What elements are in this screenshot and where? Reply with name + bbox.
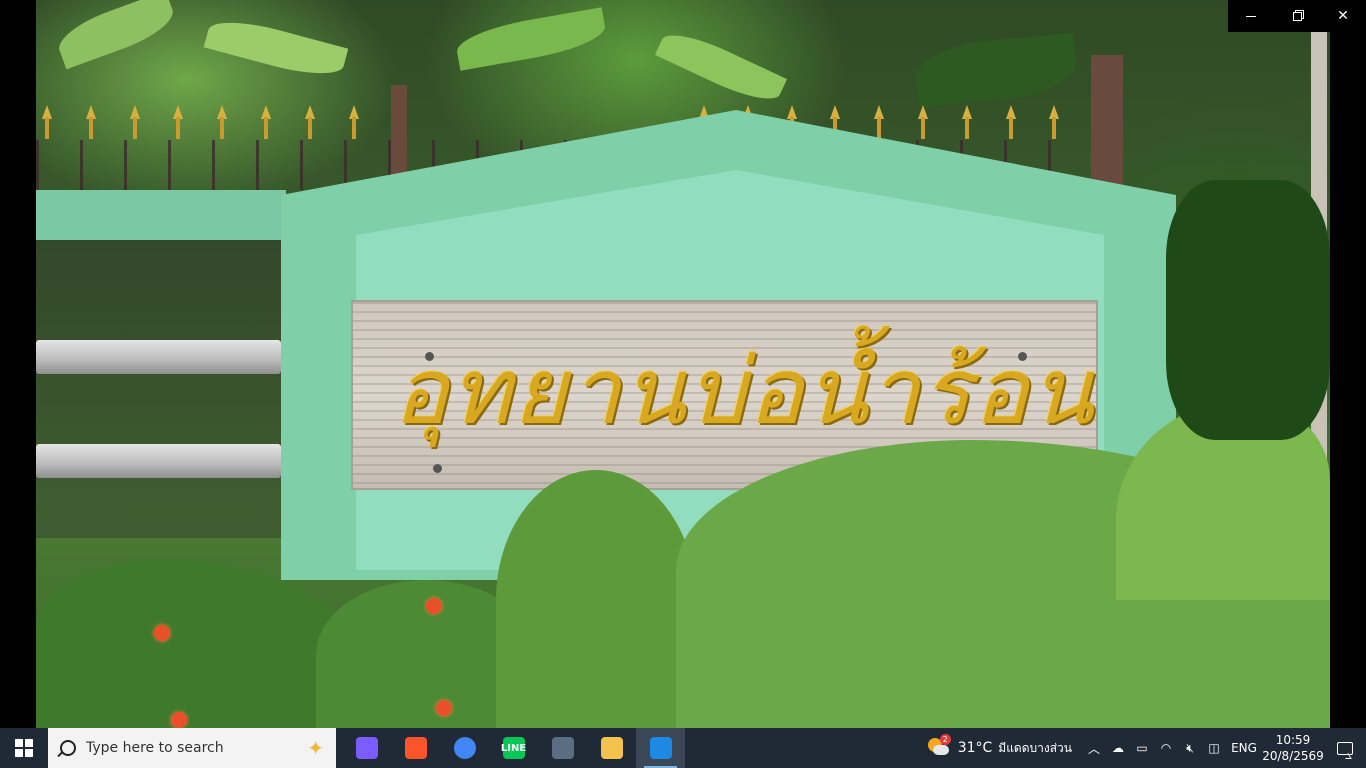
- taskbar-app-brave[interactable]: [391, 728, 440, 768]
- notification-button[interactable]: [1324, 728, 1366, 768]
- sparkle-icon: ✦: [307, 736, 324, 760]
- close-button[interactable]: ✕: [1320, 0, 1366, 32]
- calculator-icon: [551, 737, 574, 759]
- window-caption-buttons: ✕: [1228, 0, 1366, 32]
- time: 10:59: [1275, 733, 1311, 747]
- palm-leaf: [654, 24, 788, 110]
- clock[interactable]: 10:59 20/8/2569: [1262, 732, 1324, 764]
- flower: [154, 625, 170, 641]
- spike: [347, 105, 361, 139]
- temperature: 31°C: [957, 740, 993, 756]
- fence-spikes: [36, 105, 1136, 139]
- minimize-icon: [1246, 15, 1256, 17]
- hedge: [1166, 180, 1330, 440]
- bush: [913, 33, 1079, 107]
- gate-pipe: [36, 444, 281, 478]
- sign-text: อุทยานบ่อน้ำร้อน: [393, 338, 1096, 445]
- gate-pipe: [36, 340, 281, 374]
- folder-icon: [600, 737, 623, 759]
- palm-leaf: [453, 7, 609, 71]
- photo-viewer-window: อุทยานบ่อน้ำร้อน ✕: [0, 0, 1366, 728]
- weather-condition: มีแดดบางส่วน: [998, 740, 1072, 755]
- windows-icon: [15, 739, 33, 757]
- shrub: [36, 560, 356, 728]
- spike: [916, 105, 930, 139]
- palm-leaf: [52, 0, 180, 70]
- flower: [426, 598, 442, 614]
- date: 20/8/2569: [1262, 749, 1324, 763]
- nail: [433, 464, 442, 473]
- line-icon: LINE: [501, 737, 526, 759]
- minimize-button[interactable]: [1228, 0, 1274, 32]
- spike: [40, 105, 54, 139]
- copilot-icon: [355, 737, 378, 759]
- spike: [215, 105, 229, 139]
- wall-beam: [36, 190, 286, 240]
- restore-button[interactable]: [1274, 0, 1320, 32]
- spike: [128, 105, 142, 139]
- chrome-icon: [453, 737, 476, 759]
- gate-panel: [36, 238, 281, 538]
- partly-sunny-icon: 2: [927, 734, 951, 758]
- spike: [1004, 105, 1018, 139]
- close-icon: ✕: [1337, 8, 1349, 24]
- flower: [171, 712, 187, 728]
- taskbar-app-file-explorer[interactable]: [587, 728, 636, 768]
- spike: [960, 105, 974, 139]
- flower: [436, 700, 452, 716]
- spike: [872, 105, 886, 139]
- spike: [303, 105, 317, 139]
- croton-plant: [496, 470, 696, 728]
- brave-icon: [404, 737, 427, 759]
- wifi-icon[interactable]: ◠: [1154, 728, 1178, 768]
- taskbar-app-chrome[interactable]: [440, 728, 489, 768]
- taskbar-app-copilot[interactable]: [342, 728, 391, 768]
- notification-icon: [1337, 741, 1353, 755]
- weather-badge: 2: [939, 734, 951, 745]
- language-indicator[interactable]: ENG: [1226, 741, 1262, 755]
- battery-icon[interactable]: ▭: [1130, 728, 1154, 768]
- search-placeholder: Type here to search: [86, 740, 224, 756]
- media-player-icon: [649, 737, 672, 759]
- system-tray: 2 31°C มีแดดบางส่วน ︿ ☁ ▭ ◠ 🔇︎ ◫ ENG 10:…: [922, 728, 1366, 768]
- chevron-up-icon[interactable]: ︿: [1082, 728, 1106, 768]
- search-icon: [60, 740, 76, 756]
- spike: [1047, 105, 1061, 139]
- spike: [171, 105, 185, 139]
- taskbar-app-calculator[interactable]: [538, 728, 587, 768]
- fence-post: [1091, 55, 1123, 190]
- taskbar: Type here to search ✦ LINE 2 31°C มีแดดบ…: [0, 728, 1366, 768]
- weather-widget[interactable]: 2 31°C มีแดดบางส่วน: [922, 728, 1082, 768]
- volume-muted-icon[interactable]: 🔇︎: [1178, 728, 1202, 768]
- taskbar-app-media-player[interactable]: [636, 728, 685, 768]
- photo: อุทยานบ่อน้ำร้อน: [36, 0, 1330, 728]
- restore-icon: [1292, 11, 1302, 21]
- spike: [259, 105, 273, 139]
- taskbar-app-line[interactable]: LINE: [489, 728, 538, 768]
- pinned-apps: LINE: [342, 728, 685, 768]
- palm-leaf: [203, 12, 349, 84]
- spike: [84, 105, 98, 139]
- camera-icon[interactable]: ◫: [1202, 728, 1226, 768]
- start-button[interactable]: [0, 728, 48, 768]
- cloud-icon[interactable]: ☁: [1106, 728, 1130, 768]
- search-input[interactable]: Type here to search ✦: [48, 728, 336, 768]
